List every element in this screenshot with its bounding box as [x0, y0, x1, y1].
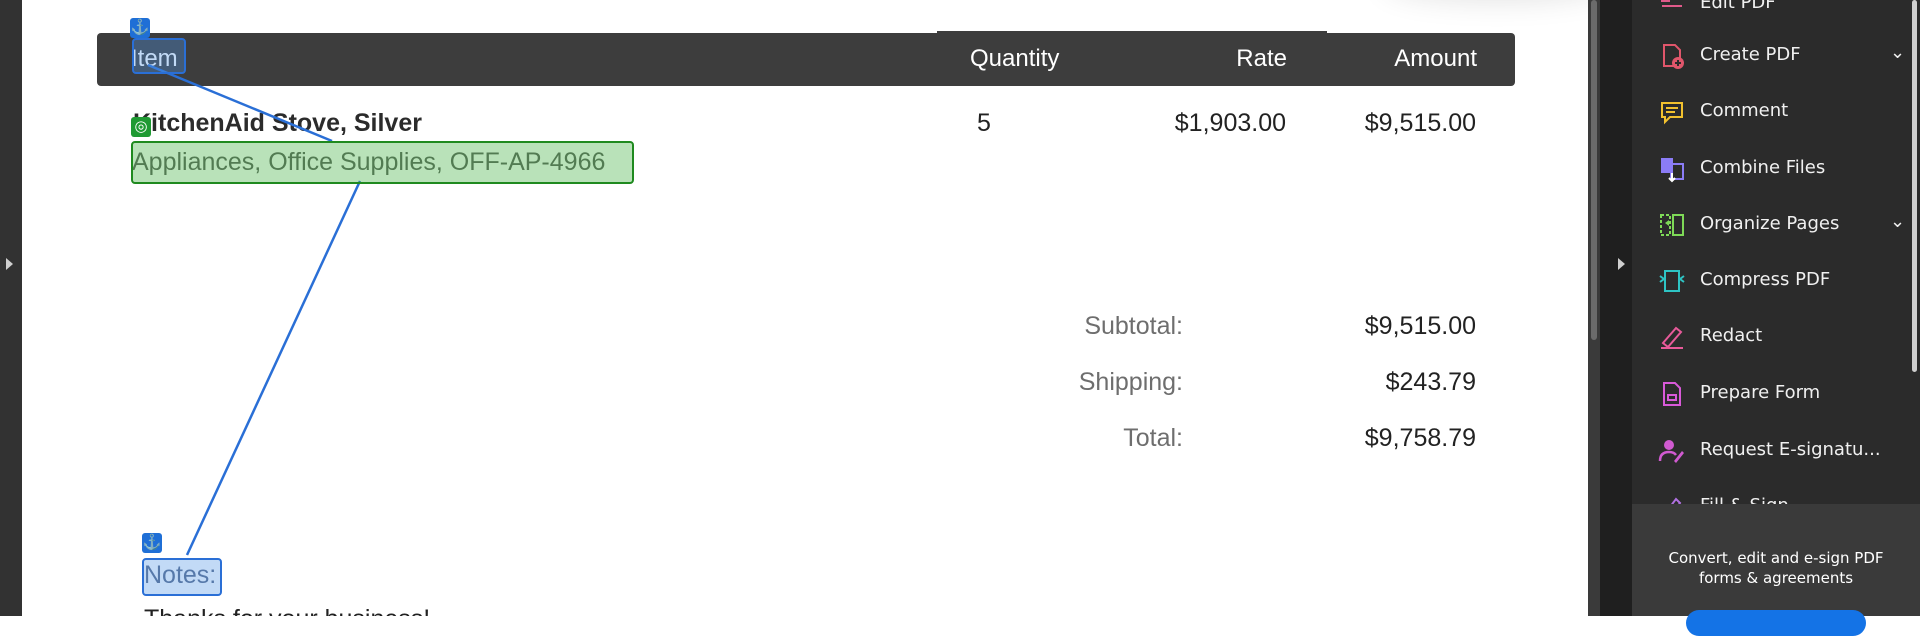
total-value: $9,758.79: [1364, 424, 1476, 452]
subtotal-label: Subtotal:: [1084, 312, 1183, 340]
document-scrollbar[interactable]: [1588, 0, 1600, 616]
anchor-icon[interactable]: ⚓: [142, 533, 162, 553]
tool-compress-pdf[interactable]: Compress PDF: [1658, 259, 1878, 299]
anchor-icon[interactable]: ⚓: [130, 18, 150, 38]
tool-label: Request E-signatu...: [1700, 439, 1881, 460]
invoice-table-header: Item Quantity Rate Amount: [97, 31, 1515, 86]
upgrade-promo: Convert, edit and e-sign PDF forms & agr…: [1632, 504, 1920, 636]
left-panel-gutter: [0, 0, 22, 616]
redact-icon: [1661, 326, 1683, 349]
tool-organize-pages[interactable]: Organize Pages ⌄: [1658, 203, 1905, 243]
chevron-down-icon[interactable]: ⌄: [1890, 42, 1905, 63]
shipping-label: Shipping:: [1078, 368, 1183, 396]
document-scrollbar-thumb[interactable]: [1591, 0, 1597, 340]
tools-list: Edit PDF Create PDF ⌄ Comment Combine Fi…: [1632, 0, 1918, 504]
item-name: KitchenAid Stove, Silver: [133, 109, 422, 137]
target-icon[interactable]: ◎: [131, 117, 151, 137]
create-pdf-icon: [1663, 44, 1684, 69]
fill-sign-icon: [1671, 497, 1682, 504]
subtotal-value: $9,515.00: [1364, 312, 1476, 340]
tool-fill-sign[interactable]: Fill & Sign: [1658, 485, 1878, 504]
annotation-connector: [147, 63, 362, 556]
collapse-tools-panel-icon[interactable]: [1618, 258, 1625, 270]
tool-label: Edit PDF: [1700, 0, 1776, 13]
item-amount: $9,515.00: [1364, 109, 1476, 137]
connector-line-notes: [185, 180, 362, 556]
expand-left-panel-icon[interactable]: [6, 258, 13, 270]
item-quantity: 5: [977, 109, 991, 137]
tool-prepare-form[interactable]: Prepare Form: [1658, 372, 1878, 412]
notes-highlight[interactable]: [142, 558, 222, 596]
prepare-form-icon: [1663, 382, 1681, 406]
promo-text: Convert, edit and e-sign PDF forms & agr…: [1668, 549, 1884, 587]
item-rate: $1,903.00: [1174, 109, 1286, 137]
tool-label: Comment: [1700, 100, 1789, 121]
tool-edit-pdf[interactable]: Edit PDF: [1658, 0, 1878, 22]
edit-pdf-icon: [1661, 0, 1682, 7]
tools-scrollbar[interactable]: [1910, 0, 1918, 504]
tool-redact[interactable]: Redact: [1658, 315, 1878, 355]
item-header-highlight[interactable]: [132, 38, 186, 74]
tool-comment[interactable]: Comment: [1658, 90, 1878, 130]
document-page: Item Quantity Rate Amount KitchenAid Sto…: [22, 0, 1588, 616]
tool-label: Create PDF: [1700, 44, 1801, 65]
header-rate: Rate: [1236, 45, 1287, 72]
tool-label: Fill & Sign: [1700, 495, 1789, 504]
tool-request-esignature[interactable]: Request E-signatu...: [1658, 429, 1881, 469]
notes-text: Thanks for your business!: [144, 602, 430, 616]
tool-label: Combine Files: [1700, 157, 1826, 178]
tool-create-pdf[interactable]: Create PDF ⌄: [1658, 34, 1905, 74]
header-quantity: Quantity: [970, 45, 1060, 72]
shipping-value: $243.79: [1385, 368, 1476, 396]
comment-icon: [1661, 102, 1683, 125]
organize-pages-icon: [1660, 214, 1684, 236]
header-amount: Amount: [1394, 45, 1477, 72]
tools-scrollbar-thumb[interactable]: [1912, 0, 1917, 372]
tool-label: Compress PDF: [1700, 269, 1831, 290]
total-label: Total:: [1123, 424, 1183, 452]
promo-button[interactable]: [1686, 610, 1866, 636]
header-top-edge: [937, 31, 1327, 33]
item-description-highlight[interactable]: [131, 141, 634, 184]
chevron-down-icon[interactable]: ⌄: [1890, 211, 1905, 232]
combine-files-icon: [1661, 158, 1684, 183]
tool-label: Redact: [1700, 325, 1763, 346]
tool-label: Organize Pages: [1700, 213, 1840, 234]
tool-label: Prepare Form: [1700, 382, 1821, 403]
tool-combine-files[interactable]: Combine Files: [1658, 147, 1878, 187]
request-esignature-icon: [1658, 440, 1684, 463]
compress-pdf-icon: [1659, 270, 1685, 292]
panel-splitter: [1600, 0, 1632, 616]
tools-panel: Edit PDF Create PDF ⌄ Comment Combine Fi…: [1632, 0, 1920, 636]
